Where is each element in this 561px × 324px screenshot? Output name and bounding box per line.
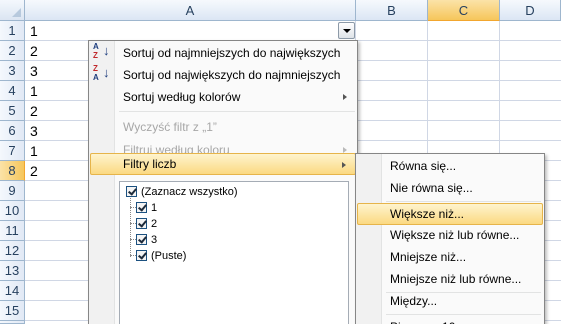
top-10-item[interactable]: Pierwsze 10... xyxy=(357,316,543,324)
row-header[interactable]: 7 xyxy=(0,141,25,161)
menu-separator xyxy=(386,201,541,202)
row-header[interactable]: 13 xyxy=(0,261,25,281)
checkbox-checked[interactable] xyxy=(126,186,137,197)
checkbox-checked[interactable] xyxy=(136,202,147,213)
equals-item[interactable]: Równa się... xyxy=(357,155,543,177)
filter-value-label: 2 xyxy=(151,218,158,230)
row-header[interactable]: 1 xyxy=(0,21,25,41)
row-header[interactable]: 4 xyxy=(0,81,25,101)
row-header[interactable]: 15 xyxy=(0,301,25,321)
tree-line xyxy=(130,195,131,257)
row-header[interactable]: 2 xyxy=(0,41,25,61)
cell-a6[interactable]: 3 xyxy=(30,121,38,141)
row-header[interactable]: 10 xyxy=(0,201,25,221)
not-equals-item[interactable]: Nie równa się... xyxy=(357,177,543,199)
between-item[interactable]: Między... xyxy=(357,290,543,312)
greater-than-item[interactable]: Większe niż... xyxy=(357,203,543,225)
number-filters-item[interactable]: Filtry liczb xyxy=(90,153,356,175)
filter-value-label: (Zaznacz wszystko) xyxy=(141,186,238,198)
row-header[interactable]: 9 xyxy=(0,181,25,201)
checkbox-checked[interactable] xyxy=(136,218,147,229)
cell-a7[interactable]: 1 xyxy=(30,141,38,161)
sort-ascending-item[interactable]: Sortuj od najmniejszych do największych xyxy=(90,42,356,64)
row-header[interactable]: 3 xyxy=(0,61,25,81)
submenu-arrow-icon xyxy=(342,162,346,168)
checkbox-checked[interactable] xyxy=(136,234,147,245)
select-all-corner[interactable] xyxy=(0,0,25,21)
checkbox-checked[interactable] xyxy=(136,250,147,261)
row-header[interactable]: 14 xyxy=(0,281,25,301)
dropdown-arrow-icon xyxy=(343,29,351,33)
filter-value-label: 3 xyxy=(151,234,158,246)
column-header-a[interactable]: A xyxy=(25,0,356,21)
less-than-item[interactable]: Mniejsze niż... xyxy=(357,246,543,268)
sort-by-color-label: Sortuj według kolorów xyxy=(123,90,241,104)
less-or-equal-item[interactable]: Mniejsze niż lub równe... xyxy=(357,268,543,290)
column-header-d[interactable]: D xyxy=(500,0,561,21)
cell-a8[interactable]: 2 xyxy=(30,161,38,181)
cell-a1[interactable]: 1 xyxy=(30,21,38,41)
cell-a5[interactable]: 2 xyxy=(30,101,38,121)
filter-value-label: (Puste) xyxy=(151,250,187,262)
submenu-arrow-icon xyxy=(343,94,347,100)
row-header-selected[interactable]: 8 xyxy=(0,161,25,181)
row-header[interactable]: 6 xyxy=(0,121,25,141)
autofilter-dropdown-button[interactable] xyxy=(338,22,355,39)
column-header-b[interactable]: B xyxy=(356,0,428,21)
row-header[interactable]: 12 xyxy=(0,241,25,261)
number-filters-label: Filtry liczb xyxy=(123,157,177,171)
row-header[interactable]: 11 xyxy=(0,221,25,241)
cell-a2[interactable]: 2 xyxy=(30,41,38,61)
menu-separator xyxy=(119,111,355,112)
clear-filter-item[interactable]: Wyczyść filtr z „1” xyxy=(90,116,356,138)
greater-or-equal-item[interactable]: Większe niż lub równe... xyxy=(357,224,543,246)
cell-a3[interactable]: 3 xyxy=(30,61,38,81)
sort-descending-item[interactable]: Sortuj od największych do najmniejszych xyxy=(90,64,356,86)
column-header-c[interactable]: C xyxy=(428,0,500,21)
filter-value-label: 1 xyxy=(151,202,158,214)
autofilter-menu: A Z ↓ Sortuj od najmniejszych do największ… xyxy=(88,40,358,324)
row-header[interactable]: 5 xyxy=(0,101,25,121)
sort-by-color-item[interactable]: Sortuj według kolorów xyxy=(90,86,356,108)
menu-separator xyxy=(386,314,541,315)
number-filters-submenu: Równa się... Nie równa się... Większe ni… xyxy=(355,153,545,324)
filter-values-list[interactable]: (Zaznacz wszystko) 1 2 3 (Puste) xyxy=(119,181,349,324)
cell-a4[interactable]: 1 xyxy=(30,81,38,101)
